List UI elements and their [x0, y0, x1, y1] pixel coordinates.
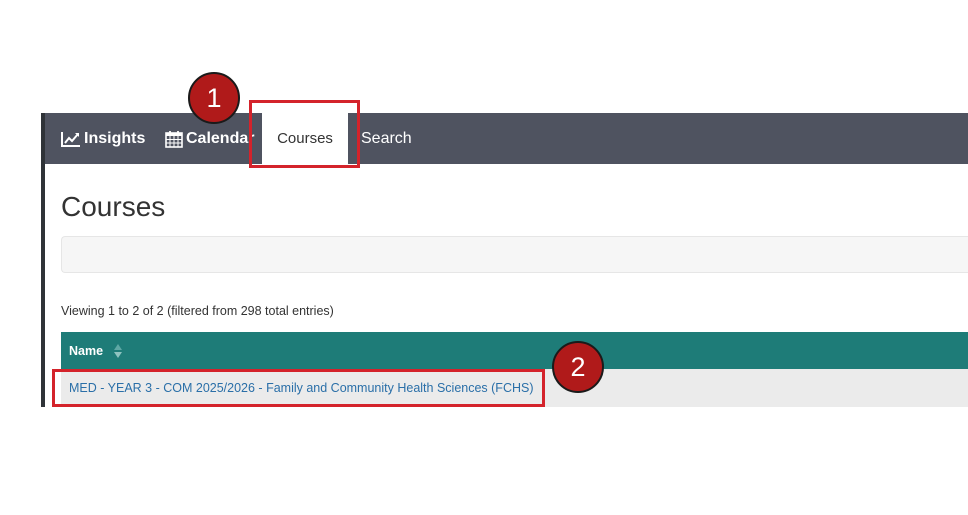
step-badge-2: 2: [552, 341, 604, 393]
calendar-icon: [165, 130, 183, 148]
column-header-name[interactable]: Name: [69, 344, 103, 358]
filter-panel: [61, 236, 968, 273]
app-frame: Insights Calendar Courses Search Courses…: [41, 113, 968, 407]
highlight-box-course-row: [52, 369, 545, 407]
table-header: Name: [61, 332, 968, 369]
step-badge-1: 1: [188, 72, 240, 124]
highlight-box-courses-tab: [249, 100, 360, 168]
nav-calendar-label: Calendar: [186, 129, 255, 147]
nav-search[interactable]: Search: [361, 113, 412, 164]
nav-insights-label: Insights: [84, 129, 146, 147]
sort-icon[interactable]: [113, 343, 123, 359]
nav-insights[interactable]: Insights: [61, 113, 145, 164]
entries-info: Viewing 1 to 2 of 2 (filtered from 298 t…: [61, 304, 334, 318]
nav-search-label: Search: [361, 129, 412, 147]
line-chart-icon: [61, 131, 81, 147]
page-title: Courses: [61, 191, 166, 222]
top-navbar: Insights Calendar Courses Search: [45, 113, 968, 164]
